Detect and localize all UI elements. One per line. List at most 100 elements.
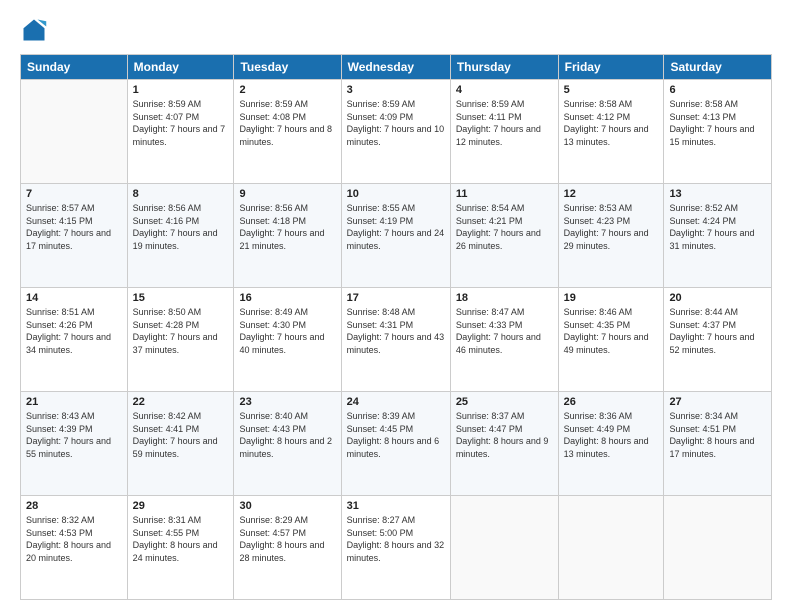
day-number: 9: [239, 188, 335, 200]
calendar-day-cell: 2 Sunrise: 8:59 AMSunset: 4:08 PMDaylight…: [234, 80, 341, 184]
day-number: 16: [239, 292, 335, 304]
day-info: Sunrise: 8:34 AMSunset: 4:51 PMDaylight:…: [669, 410, 766, 460]
calendar-day-cell: 24 Sunrise: 8:39 AMSunset: 4:45 PMDayligh…: [341, 392, 450, 496]
day-info: Sunrise: 8:58 AMSunset: 4:12 PMDaylight:…: [564, 98, 659, 148]
day-number: 26: [564, 396, 659, 408]
day-number: 31: [347, 500, 445, 512]
calendar-day-cell: 22Sunrise: 8:42 AMSunset: 4:41 PMDayligh…: [127, 392, 234, 496]
logo-icon: [20, 16, 48, 44]
day-info: Sunrise: 8:59 AMSunset: 4:09 PMDaylight:…: [347, 98, 445, 148]
calendar-day-cell: 21 Sunrise: 8:43 AMSunset: 4:39 PMDayligh…: [21, 392, 128, 496]
day-number: 25: [456, 396, 553, 408]
day-number: 1: [133, 84, 229, 96]
day-info: Sunrise: 8:56 AMSunset: 4:16 PMDaylight:…: [133, 202, 229, 252]
day-number: 3: [347, 84, 445, 96]
calendar-day-cell: 8Sunrise: 8:56 AMSunset: 4:16 PMDaylight…: [127, 184, 234, 288]
day-info: Sunrise: 8:36 AMSunset: 4:49 PMDaylight:…: [564, 410, 659, 460]
day-number: 23: [239, 396, 335, 408]
calendar-week-row: 7Sunrise: 8:57 AMSunset: 4:15 PMDaylight…: [21, 184, 772, 288]
calendar-day-cell: [558, 496, 664, 600]
day-number: 17: [347, 292, 445, 304]
calendar-day-cell: 26 Sunrise: 8:36 AMSunset: 4:49 PMDayligh…: [558, 392, 664, 496]
calendar-week-row: 21 Sunrise: 8:43 AMSunset: 4:39 PMDayligh…: [21, 392, 772, 496]
calendar-day-cell: 15 Sunrise: 8:50 AMSunset: 4:28 PMDayligh…: [127, 288, 234, 392]
day-number: 22: [133, 396, 229, 408]
day-number: 4: [456, 84, 553, 96]
weekday-header-row: SundayMondayTuesdayWednesdayThursdayFrid…: [21, 55, 772, 80]
day-info: Sunrise: 8:50 AMSunset: 4:28 PMDaylight:…: [133, 306, 229, 356]
header: [20, 16, 772, 44]
day-info: Sunrise: 8:59 AMSunset: 4:07 PMDaylight:…: [133, 98, 229, 148]
calendar-day-cell: 16Sunrise: 8:49 AMSunset: 4:30 PMDayligh…: [234, 288, 341, 392]
day-number: 5: [564, 84, 659, 96]
calendar-week-row: 28 Sunrise: 8:32 AMSunset: 4:53 PMDayligh…: [21, 496, 772, 600]
weekday-sunday: Sunday: [21, 55, 128, 80]
day-number: 19: [564, 292, 659, 304]
calendar-day-cell: [450, 496, 558, 600]
day-info: Sunrise: 8:31 AMSunset: 4:55 PMDaylight:…: [133, 514, 229, 564]
day-number: 30: [239, 500, 335, 512]
calendar-table: SundayMondayTuesdayWednesdayThursdayFrid…: [20, 54, 772, 600]
calendar-week-row: 14Sunrise: 8:51 AMSunset: 4:26 PMDayligh…: [21, 288, 772, 392]
calendar-day-cell: [664, 496, 772, 600]
day-info: Sunrise: 8:54 AMSunset: 4:21 PMDaylight:…: [456, 202, 553, 252]
calendar-day-cell: 28 Sunrise: 8:32 AMSunset: 4:53 PMDayligh…: [21, 496, 128, 600]
day-info: Sunrise: 8:48 AMSunset: 4:31 PMDaylight:…: [347, 306, 445, 356]
day-info: Sunrise: 8:53 AMSunset: 4:23 PMDaylight:…: [564, 202, 659, 252]
calendar-day-cell: 7Sunrise: 8:57 AMSunset: 4:15 PMDaylight…: [21, 184, 128, 288]
day-info: Sunrise: 8:59 AMSunset: 4:11 PMDaylight:…: [456, 98, 553, 148]
day-number: 13: [669, 188, 766, 200]
calendar-day-cell: 29Sunrise: 8:31 AMSunset: 4:55 PMDayligh…: [127, 496, 234, 600]
day-info: Sunrise: 8:55 AMSunset: 4:19 PMDaylight:…: [347, 202, 445, 252]
logo: [20, 16, 52, 44]
day-number: 10: [347, 188, 445, 200]
weekday-saturday: Saturday: [664, 55, 772, 80]
day-number: 21: [26, 396, 122, 408]
day-info: Sunrise: 8:40 AMSunset: 4:43 PMDaylight:…: [239, 410, 335, 460]
day-number: 15: [133, 292, 229, 304]
calendar-day-cell: 17 Sunrise: 8:48 AMSunset: 4:31 PMDayligh…: [341, 288, 450, 392]
calendar-day-cell: 6 Sunrise: 8:58 AMSunset: 4:13 PMDaylight…: [664, 80, 772, 184]
calendar-day-cell: 10 Sunrise: 8:55 AMSunset: 4:19 PMDayligh…: [341, 184, 450, 288]
calendar-day-cell: 27 Sunrise: 8:34 AMSunset: 4:51 PMDayligh…: [664, 392, 772, 496]
day-info: Sunrise: 8:56 AMSunset: 4:18 PMDaylight:…: [239, 202, 335, 252]
calendar-day-cell: 1 Sunrise: 8:59 AMSunset: 4:07 PMDaylight…: [127, 80, 234, 184]
weekday-tuesday: Tuesday: [234, 55, 341, 80]
calendar-day-cell: 30 Sunrise: 8:29 AMSunset: 4:57 PMDayligh…: [234, 496, 341, 600]
day-info: Sunrise: 8:59 AMSunset: 4:08 PMDaylight:…: [239, 98, 335, 148]
day-number: 2: [239, 84, 335, 96]
day-info: Sunrise: 8:46 AMSunset: 4:35 PMDaylight:…: [564, 306, 659, 356]
day-info: Sunrise: 8:27 AMSunset: 5:00 PMDaylight:…: [347, 514, 445, 564]
day-info: Sunrise: 8:39 AMSunset: 4:45 PMDaylight:…: [347, 410, 445, 460]
day-number: 27: [669, 396, 766, 408]
weekday-wednesday: Wednesday: [341, 55, 450, 80]
day-info: Sunrise: 8:44 AMSunset: 4:37 PMDaylight:…: [669, 306, 766, 356]
calendar-day-cell: 11 Sunrise: 8:54 AMSunset: 4:21 PMDayligh…: [450, 184, 558, 288]
day-number: 7: [26, 188, 122, 200]
day-info: Sunrise: 8:52 AMSunset: 4:24 PMDaylight:…: [669, 202, 766, 252]
day-number: 28: [26, 500, 122, 512]
day-number: 11: [456, 188, 553, 200]
calendar-day-cell: 25Sunrise: 8:37 AMSunset: 4:47 PMDayligh…: [450, 392, 558, 496]
day-number: 24: [347, 396, 445, 408]
day-info: Sunrise: 8:32 AMSunset: 4:53 PMDaylight:…: [26, 514, 122, 564]
day-info: Sunrise: 8:47 AMSunset: 4:33 PMDaylight:…: [456, 306, 553, 356]
calendar-day-cell: 20 Sunrise: 8:44 AMSunset: 4:37 PMDayligh…: [664, 288, 772, 392]
calendar-day-cell: 4 Sunrise: 8:59 AMSunset: 4:11 PMDaylight…: [450, 80, 558, 184]
day-number: 20: [669, 292, 766, 304]
calendar-day-cell: 9 Sunrise: 8:56 AMSunset: 4:18 PMDaylight…: [234, 184, 341, 288]
day-info: Sunrise: 8:29 AMSunset: 4:57 PMDaylight:…: [239, 514, 335, 564]
calendar-day-cell: 13 Sunrise: 8:52 AMSunset: 4:24 PMDayligh…: [664, 184, 772, 288]
calendar-day-cell: 23 Sunrise: 8:40 AMSunset: 4:43 PMDayligh…: [234, 392, 341, 496]
calendar-day-cell: [21, 80, 128, 184]
day-info: Sunrise: 8:51 AMSunset: 4:26 PMDaylight:…: [26, 306, 122, 356]
weekday-friday: Friday: [558, 55, 664, 80]
calendar-week-row: 1 Sunrise: 8:59 AMSunset: 4:07 PMDaylight…: [21, 80, 772, 184]
day-number: 6: [669, 84, 766, 96]
day-number: 12: [564, 188, 659, 200]
day-info: Sunrise: 8:58 AMSunset: 4:13 PMDaylight:…: [669, 98, 766, 148]
day-info: Sunrise: 8:43 AMSunset: 4:39 PMDaylight:…: [26, 410, 122, 460]
calendar-day-cell: 19 Sunrise: 8:46 AMSunset: 4:35 PMDayligh…: [558, 288, 664, 392]
weekday-thursday: Thursday: [450, 55, 558, 80]
page: SundayMondayTuesdayWednesdayThursdayFrid…: [0, 0, 792, 612]
